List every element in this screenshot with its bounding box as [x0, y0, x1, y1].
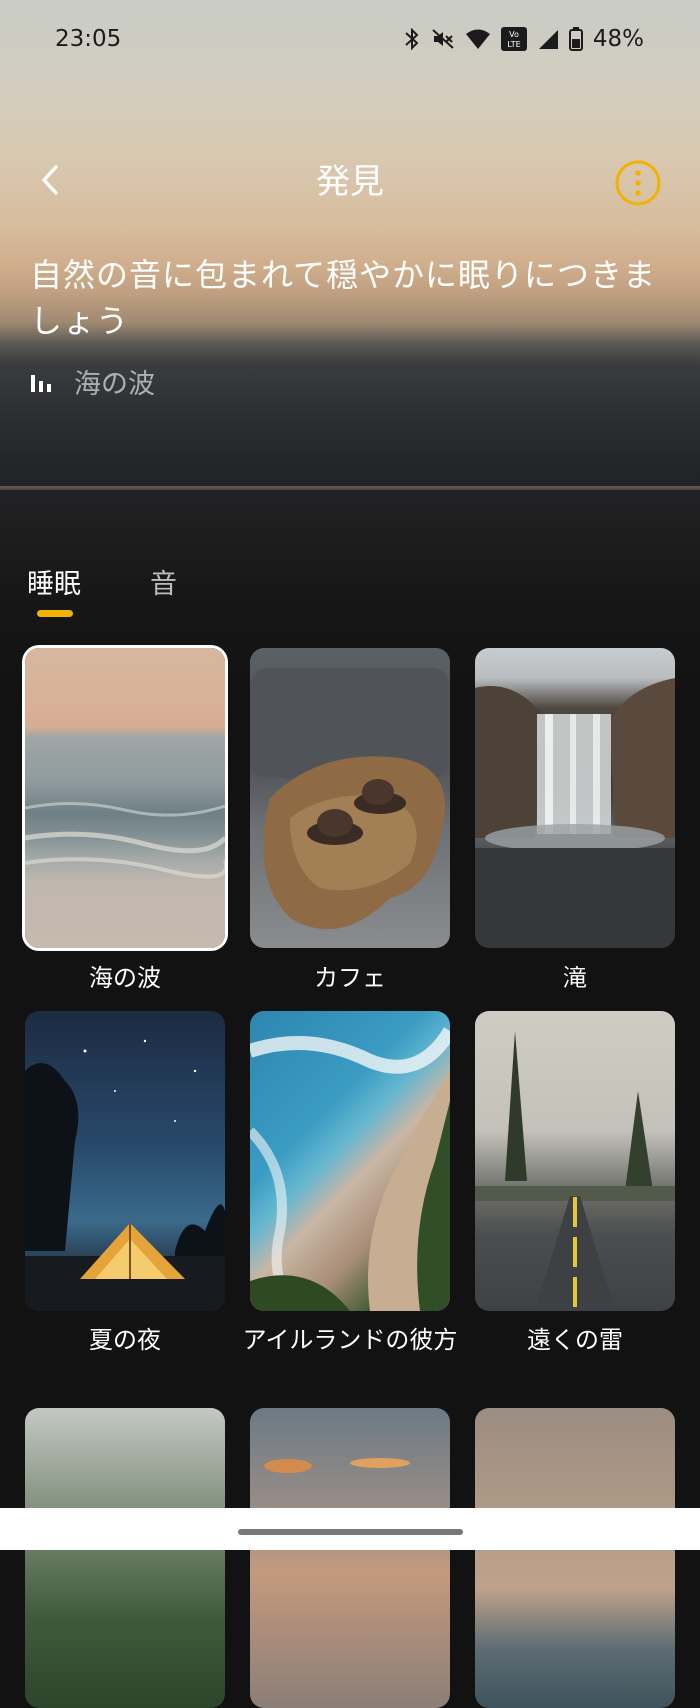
distant-thunder-image	[475, 1031, 675, 1311]
card-cafe[interactable]	[250, 648, 450, 948]
more-options-button[interactable]	[615, 160, 661, 206]
now-playing[interactable]: 海の波	[30, 362, 155, 401]
card-waterfall[interactable]	[475, 648, 675, 948]
more-vert-icon	[615, 160, 661, 206]
sunset-clouds-image	[264, 1458, 410, 1473]
tab-sound[interactable]: 音	[150, 562, 177, 601]
card-waterfall-label: 滝	[563, 964, 587, 992]
bluetooth-icon	[405, 27, 419, 51]
now-playing-label: 海の波	[74, 369, 155, 400]
wifi-icon	[465, 29, 490, 49]
page-title: 発見	[316, 162, 384, 202]
status-icons: Vo LTE 48%	[403, 26, 644, 52]
battery-percent: 48%	[592, 26, 644, 52]
home-gesture-handle[interactable]	[238, 1529, 463, 1535]
top-app-bar: 発見	[0, 150, 700, 210]
card-forest-mist[interactable]	[25, 1408, 225, 1708]
ireland-coast-image	[250, 1027, 450, 1311]
hero-headline: 自然の音に包まれて穏やかに眠りにつきましょう	[30, 256, 657, 340]
equalizer-icon	[31, 374, 51, 392]
status-time: 23:05	[55, 26, 122, 52]
signal-icon	[538, 30, 558, 49]
svg-text:Vo: Vo	[509, 30, 519, 39]
card-ocean-waves[interactable]	[25, 648, 225, 948]
card-summer-night-label: 夏の夜	[89, 1326, 161, 1354]
tab-indicator	[37, 610, 73, 617]
battery-icon	[568, 27, 583, 51]
card-sunset-clouds[interactable]	[250, 1408, 450, 1708]
volte-icon: VoLTE	[500, 27, 527, 51]
card-distant-thunder-label: 遠くの雷	[527, 1326, 623, 1354]
card-dusk-sea[interactable]	[475, 1408, 675, 1708]
mute-icon	[432, 29, 454, 49]
category-tabs: 睡眠 音	[0, 562, 700, 622]
system-navigation-bar	[0, 1508, 700, 1550]
card-ocean-waves-label: 海の波	[89, 964, 161, 992]
cafe-image	[250, 668, 450, 930]
ocean-waves-image	[25, 801, 225, 879]
status-bar: 23:05 Vo LTE 48%	[0, 26, 700, 56]
card-ireland-label: アイルランドの彼方	[242, 1326, 458, 1354]
card-summer-night[interactable]	[25, 1011, 225, 1311]
tab-sleep[interactable]: 睡眠	[27, 562, 81, 601]
summer-night-image	[25, 1039, 225, 1311]
card-distant-thunder[interactable]	[475, 1011, 675, 1311]
card-ireland[interactable]	[250, 1011, 450, 1311]
svg-text:LTE: LTE	[507, 40, 520, 49]
card-cafe-label: カフェ	[314, 964, 386, 992]
waterfall-image	[475, 678, 675, 948]
sea-horizon	[0, 486, 700, 490]
